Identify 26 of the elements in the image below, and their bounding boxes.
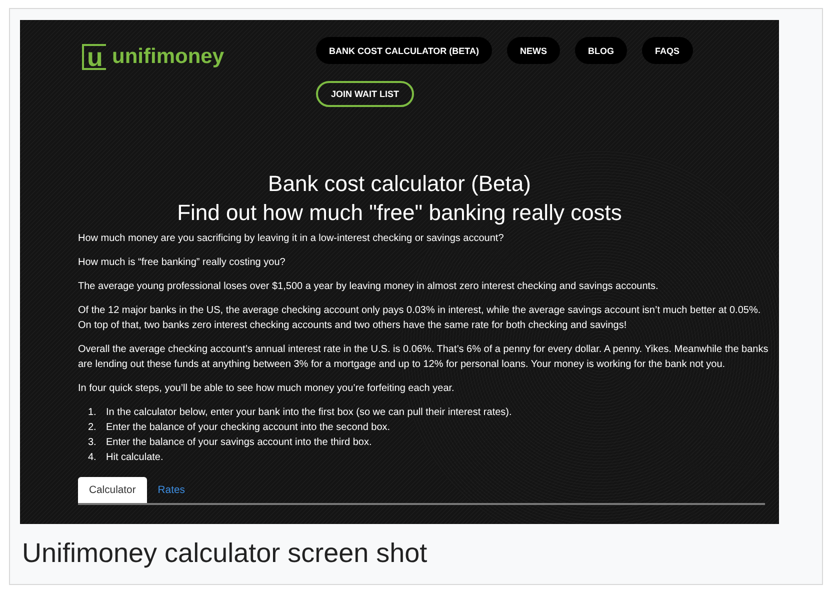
paragraph: The average young professional loses over $1,500 a year by leaving money in almost zero interest checking and savings accounts. [78, 280, 660, 294]
paragraph: Of the 12 major banks in the US, the average checking account only pays 0.03% in interest, while the average savings account isn’t much better at 0.05%. On top of that, two banks zero interest checking accounts and two others have the same rate for both checking and savings! [78, 304, 762, 333]
page-heading: Bank cost calculator (Beta) [267, 170, 532, 198]
paragraph: How much is “free banking” really costing you? [78, 256, 286, 270]
nav-link[interactable]: BLOG [575, 37, 627, 64]
step-text: Enter the balance of your checking account into the second box. [106, 421, 390, 435]
paragraph: In four quick steps, you’ll be able to see how much money you’re forfeiting each year. [78, 382, 456, 396]
step-text: In the calculator below, enter your bank into the first box (so we can pull their interest rates). [106, 406, 512, 420]
step-text: Hit calculate. [106, 451, 164, 465]
step-number: 4. [88, 451, 98, 465]
step-number: 3. [88, 436, 98, 450]
paragraph: How much money are you sacrificing by leaving it in a low-interest checking or savings account? [78, 232, 505, 246]
page-heading: Find out how much "free" banking really costs [176, 199, 623, 227]
join-button[interactable]: JOIN WAIT LIST [316, 81, 414, 107]
step-number: 1. [88, 406, 98, 420]
nav-link[interactable]: BANK COST CALCULATOR (BETA) [316, 37, 492, 64]
tab[interactable]: Rates [146, 477, 196, 503]
nav-link[interactable]: NEWS [507, 37, 560, 64]
paragraph: Overall the average checking account’s annual interest rate in the U.S. is 0.06%. That’s 6% of a penny for every dollar. A penny. Yikes. Meanwhile the banks are lending out these funds at anything between 3% for a mortgage and up to 12% for personal loans. Your money is working for the bank not you. [78, 343, 770, 372]
step-number: 2. [88, 421, 98, 435]
tab[interactable]: Calculator [78, 477, 147, 503]
step-text: Enter the balance of your savings account into the third box. [106, 436, 372, 450]
logo-mark: u [82, 44, 106, 70]
nav-link[interactable]: FAQS [642, 37, 693, 64]
caption: Unifimoney calculator screen shot [22, 538, 428, 569]
logo-text: unifimoney [112, 45, 224, 69]
